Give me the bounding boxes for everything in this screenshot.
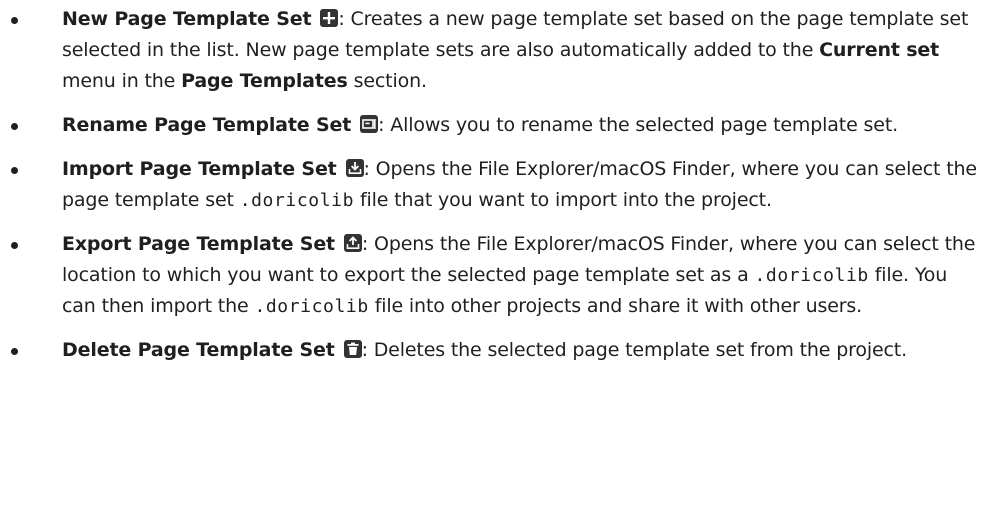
list-item-rename-page-template-set: Rename Page Template Set : Allows you to…: [0, 110, 994, 141]
item-description-end: file that you want to import into the pr…: [354, 189, 772, 211]
item-description-cont: menu in the: [62, 70, 182, 92]
bullet-dot: [11, 167, 18, 174]
import-icon: [345, 159, 364, 177]
page-templates-label: Page Templates: [181, 70, 348, 92]
current-set-label: Current set: [819, 39, 940, 61]
export-icon: [343, 234, 362, 252]
item-title: Delete Page Template Set: [62, 339, 335, 361]
bullet-dot: [11, 242, 18, 249]
item-description-end: file into other projects and share it wi…: [368, 295, 863, 317]
bullet-dot: [11, 123, 18, 130]
trash-icon: [343, 340, 362, 358]
item-description: : Allows you to rename the selected page…: [378, 114, 899, 136]
documentation-page: New Page Template Set : Creates a new pa…: [0, 0, 994, 528]
file-extension-code: .doricolib: [239, 190, 355, 211]
item-title: Export Page Template Set: [62, 233, 335, 255]
list-item-new-page-template-set: New Page Template Set : Creates a new pa…: [0, 4, 994, 97]
bullet-dot: [11, 17, 18, 24]
bullet-dot: [11, 348, 18, 355]
item-title: Import Page Template Set: [62, 158, 337, 180]
list-item-delete-page-template-set: Delete Page Template Set : Deletes the s…: [0, 335, 994, 366]
file-extension-code: .doricolib: [254, 296, 369, 317]
rename-icon: [360, 115, 379, 133]
plus-icon: [320, 9, 339, 27]
item-title: Rename Page Template Set: [62, 114, 352, 136]
list-item-import-page-template-set: Import Page Template Set : Opens the Fil…: [0, 154, 994, 216]
item-description: : Deletes the selected page template set…: [361, 339, 908, 361]
item-description-end: section.: [347, 70, 427, 92]
bullet-list: New Page Template Set : Creates a new pa…: [0, 4, 994, 366]
list-item-export-page-template-set: Export Page Template Set : Opens the Fil…: [0, 229, 994, 322]
file-extension-code: .doricolib: [754, 265, 869, 286]
item-title: New Page Template Set: [62, 8, 312, 30]
